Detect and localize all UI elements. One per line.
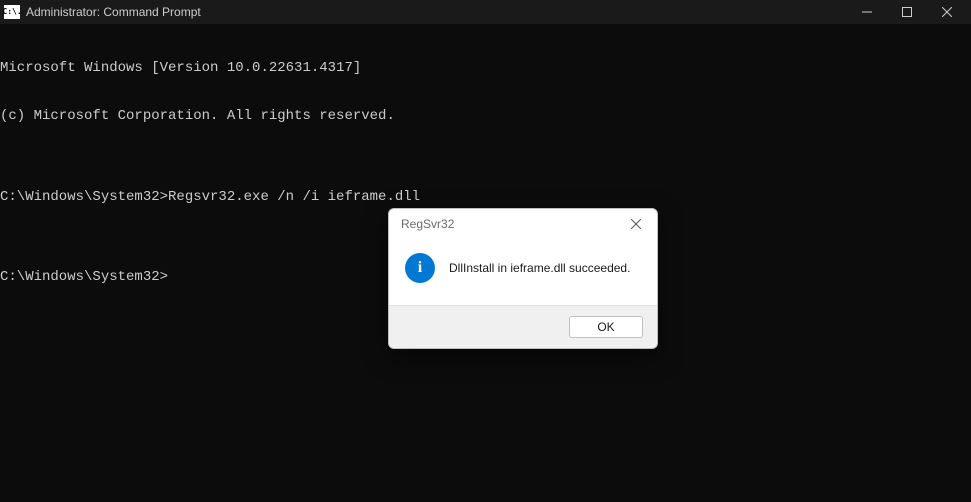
dialog-footer: OK xyxy=(389,305,657,348)
ok-button[interactable]: OK xyxy=(569,316,643,338)
dialog-message: DllInstall in ieframe.dll succeeded. xyxy=(449,261,630,275)
window-controls xyxy=(847,0,967,24)
minimize-icon xyxy=(862,7,872,17)
dialog-titlebar[interactable]: RegSvr32 xyxy=(389,209,657,239)
info-glyph: i xyxy=(418,259,422,277)
regsvr32-dialog: RegSvr32 i DllInstall in ieframe.dll suc… xyxy=(388,208,658,349)
dialog-title: RegSvr32 xyxy=(401,217,621,231)
window-titlebar: C:\. Administrator: Command Prompt xyxy=(0,0,971,24)
maximize-button[interactable] xyxy=(887,0,927,24)
info-icon: i xyxy=(405,253,435,283)
window-title: Administrator: Command Prompt xyxy=(26,5,201,19)
maximize-icon xyxy=(902,7,912,17)
close-button[interactable] xyxy=(927,0,967,24)
terminal-line: (c) Microsoft Corporation. All rights re… xyxy=(0,108,971,124)
close-icon xyxy=(942,7,952,17)
minimize-button[interactable] xyxy=(847,0,887,24)
dialog-close-button[interactable] xyxy=(621,211,651,237)
terminal-line: Microsoft Windows [Version 10.0.22631.43… xyxy=(0,60,971,76)
close-icon xyxy=(631,219,641,229)
dialog-body: i DllInstall in ieframe.dll succeeded. xyxy=(389,239,657,305)
terminal-line: C:\Windows\System32>Regsvr32.exe /n /i i… xyxy=(0,189,971,205)
app-icon: C:\. xyxy=(4,5,20,19)
